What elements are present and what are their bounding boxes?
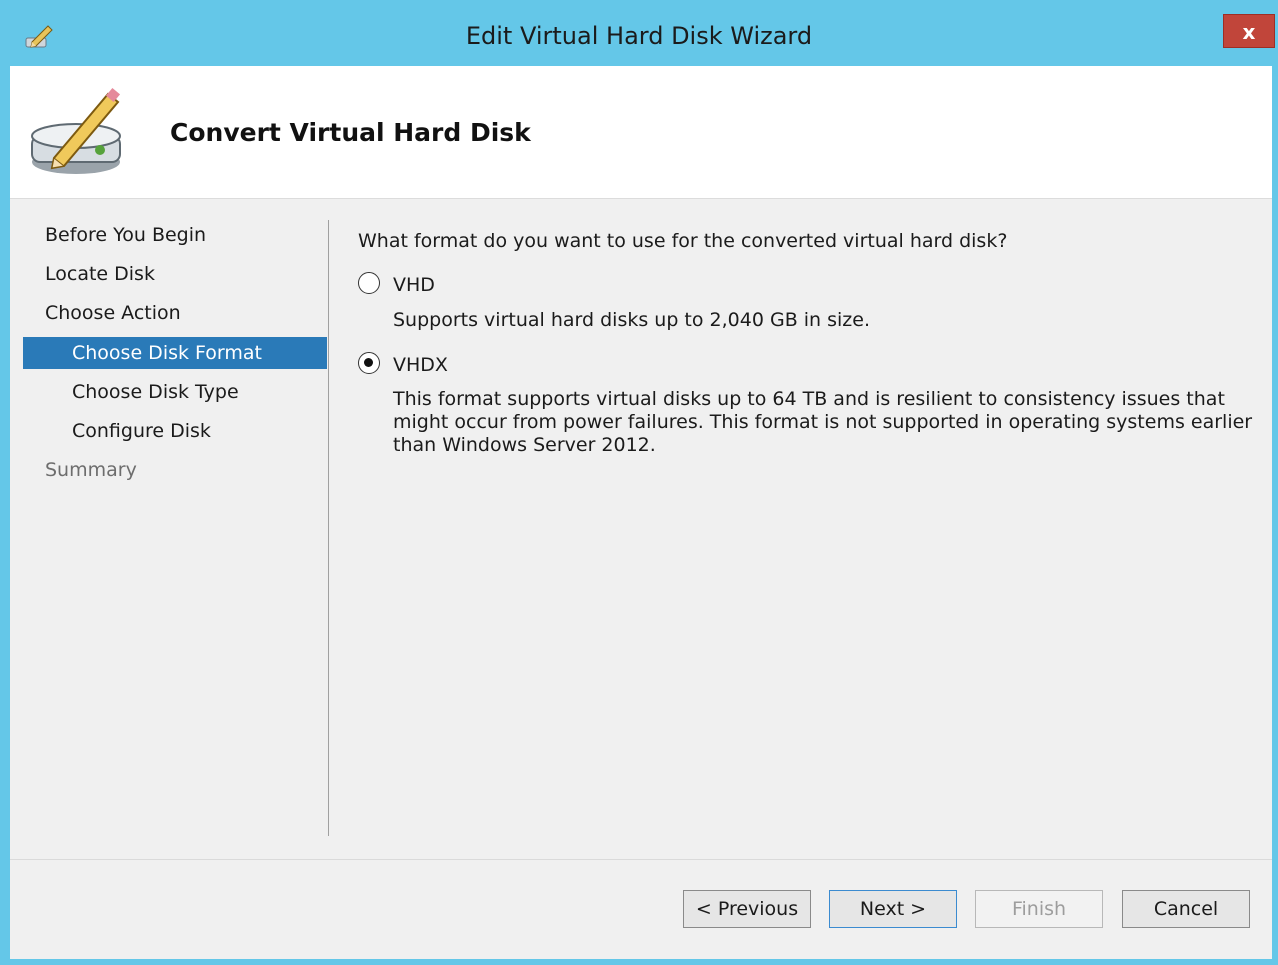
step-before-you-begin[interactable]: Before You Begin	[23, 219, 327, 251]
vhdx-description: This format supports virtual disks up to…	[393, 388, 1253, 456]
page-title: Convert Virtual Hard Disk	[170, 118, 531, 147]
hard-disk-edit-icon	[28, 84, 138, 184]
wizard-header: Convert Virtual Hard Disk	[10, 66, 1272, 199]
step-choose-disk-format[interactable]: Choose Disk Format	[23, 337, 327, 369]
cancel-button[interactable]: Cancel	[1122, 890, 1250, 928]
vhdx-label[interactable]: VHDX	[393, 354, 448, 376]
previous-button[interactable]: < Previous	[683, 890, 811, 928]
step-locate-disk[interactable]: Locate Disk	[23, 258, 327, 290]
vhdx-radio[interactable]	[358, 352, 380, 374]
wizard-body: Convert Virtual Hard Disk Before You Beg…	[10, 66, 1272, 959]
step-choose-action[interactable]: Choose Action	[23, 297, 327, 329]
format-question: What format do you want to use for the c…	[358, 230, 1008, 252]
title-bar[interactable]: Edit Virtual Hard Disk Wizard x	[0, 0, 1278, 66]
step-configure-disk[interactable]: Configure Disk	[23, 415, 327, 447]
next-button[interactable]: Next >	[829, 890, 957, 928]
nav-divider	[328, 220, 329, 836]
window-title: Edit Virtual Hard Disk Wizard	[465, 22, 813, 50]
step-choose-disk-type[interactable]: Choose Disk Type	[23, 376, 327, 408]
finish-button: Finish	[975, 890, 1103, 928]
wizard-step-list: Before You Begin Locate Disk Choose Acti…	[10, 199, 327, 839]
vhd-description: Supports virtual hard disks up to 2,040 …	[393, 309, 871, 331]
vhd-label[interactable]: VHD	[393, 274, 435, 296]
window-frame: Edit Virtual Hard Disk Wizard x Convert …	[0, 0, 1278, 965]
footer-divider	[10, 859, 1272, 860]
close-button[interactable]: x	[1223, 14, 1275, 48]
step-summary: Summary	[45, 459, 137, 481]
vhd-radio[interactable]	[358, 272, 380, 294]
